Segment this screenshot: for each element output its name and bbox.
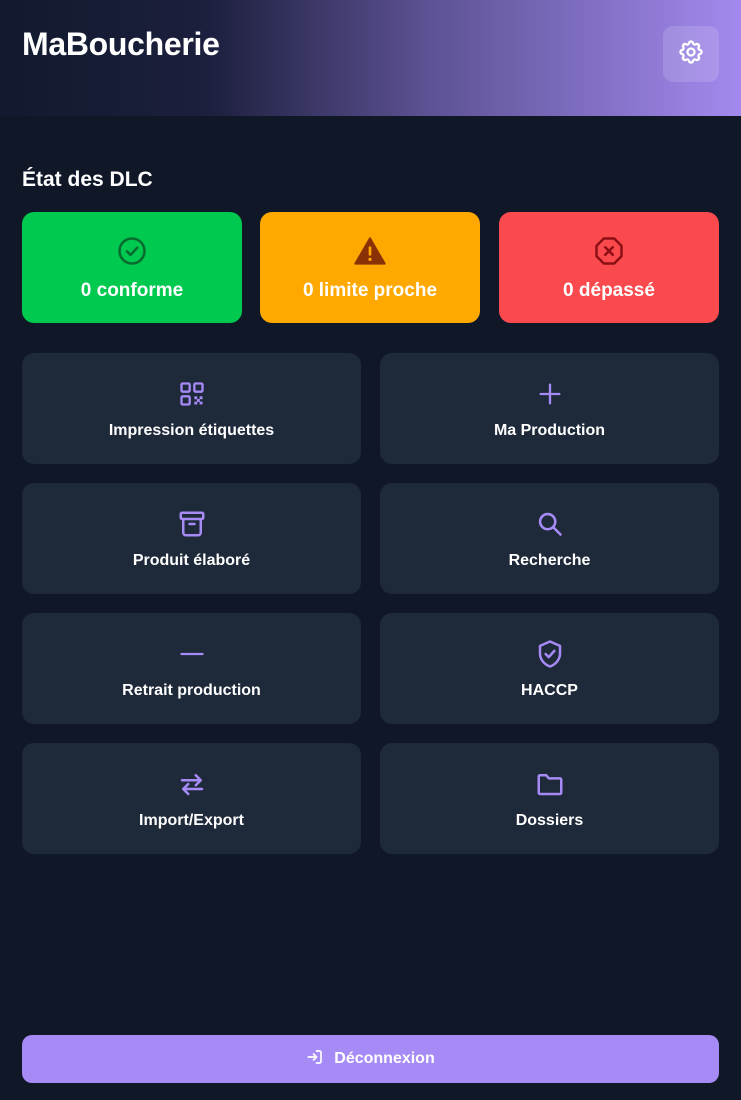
shield-check-icon: [535, 639, 565, 669]
archive-box-icon: [177, 509, 207, 539]
status-card-limite-proche[interactable]: 0 limite proche: [260, 212, 480, 323]
tile-label: Dossiers: [515, 812, 584, 829]
tile-dossiers[interactable]: Dossiers: [380, 743, 719, 854]
status-label-conforme: 0 conforme: [80, 280, 184, 301]
status-card-conforme[interactable]: 0 conforme: [22, 212, 242, 323]
tile-recherche[interactable]: Recherche: [380, 483, 719, 594]
logout-icon: [306, 1048, 324, 1071]
settings-button[interactable]: [663, 26, 719, 82]
tile-label: Import/Export: [139, 812, 244, 829]
folder-icon: [535, 769, 565, 799]
tile-ma-production[interactable]: Ma Production: [380, 353, 719, 464]
status-card-depasse[interactable]: 0 dépassé: [499, 212, 719, 323]
tile-label: Produit élaboré: [132, 552, 251, 569]
minus-icon: [178, 639, 206, 669]
app-title: MaBoucherie: [22, 26, 220, 62]
tile-haccp[interactable]: HACCP: [380, 613, 719, 724]
tile-label: HACCP: [521, 682, 578, 699]
app-header: MaBoucherie: [0, 0, 741, 116]
plus-icon: [536, 379, 564, 409]
status-label-limite-proche: 0 limite proche: [302, 280, 438, 301]
tile-label: Retrait production: [122, 682, 261, 699]
tile-label: Ma Production: [493, 422, 606, 439]
logout-button[interactable]: Déconnexion: [22, 1035, 719, 1083]
search-icon: [536, 509, 564, 539]
x-octagon-icon: [594, 236, 624, 266]
gear-icon: [677, 38, 705, 71]
tile-label: Impression étiquettes: [108, 422, 275, 439]
dlc-section-title: État des DLC: [22, 168, 153, 191]
tile-impression-etiquettes[interactable]: Impression étiquettes: [22, 353, 361, 464]
logout-label: Déconnexion: [334, 1050, 435, 1067]
tile-retrait-production[interactable]: Retrait production: [22, 613, 361, 724]
status-label-depasse: 0 dépassé: [563, 280, 655, 301]
arrows-exchange-icon: [177, 769, 207, 799]
tile-import-export[interactable]: Import/Export: [22, 743, 361, 854]
tile-produit-elabore[interactable]: Produit élaboré: [22, 483, 361, 594]
check-circle-icon: [117, 236, 147, 266]
warning-triangle-icon: [354, 236, 386, 266]
tile-label: Recherche: [508, 552, 591, 569]
qr-code-icon: [178, 379, 206, 409]
